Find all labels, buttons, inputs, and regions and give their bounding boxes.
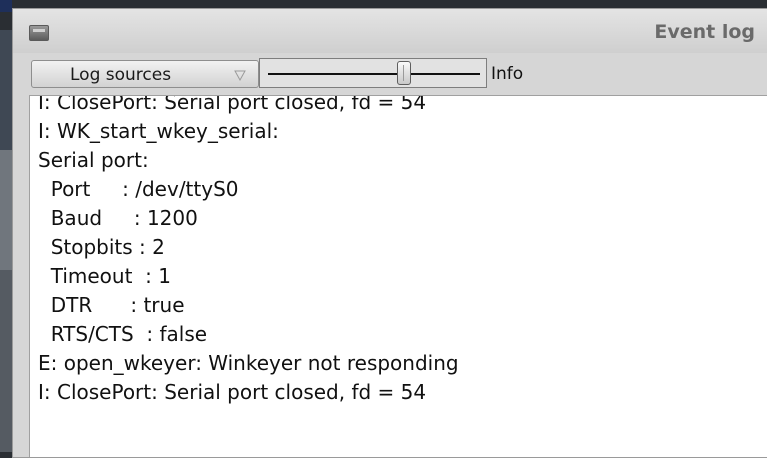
desktop-background	[0, 270, 12, 452]
log-text-area[interactable]: I: ClosePort: Serial port closed, fd = 5…	[29, 95, 767, 457]
desktop-background	[0, 0, 12, 12]
log-line: I: WK_start_wkey_serial:	[38, 119, 279, 143]
log-line: DTR : true	[38, 293, 185, 317]
log-level-slider[interactable]	[259, 58, 487, 88]
log-line: I: ClosePort: Serial port closed, fd = 5…	[38, 95, 427, 114]
log-line: Timeout : 1	[38, 264, 171, 288]
log-line: Stopbits : 2	[38, 235, 165, 259]
log-line: I: ClosePort: Serial port closed, fd = 5…	[38, 380, 427, 404]
event-log-window: Event log Log sources Info I: ClosePort:…	[12, 8, 767, 458]
desktop-background	[0, 150, 12, 270]
log-line: Port : /dev/ttyS0	[38, 177, 239, 201]
desktop-background	[0, 30, 12, 150]
log-level-label: Info	[491, 64, 524, 84]
dropdown-arrow-icon	[234, 70, 246, 81]
slider-handle[interactable]	[396, 61, 411, 85]
window-title: Event log	[654, 21, 755, 43]
log-line: E: open_wkeyer: Winkeyer not responding	[38, 351, 459, 375]
log-sources-label: Log sources	[70, 65, 172, 85]
toolbar: Log sources Info	[13, 53, 767, 95]
window-menu-icon[interactable]	[29, 25, 49, 41]
log-lines: I: ClosePort: Serial port closed, fd = 5…	[38, 95, 459, 407]
log-line: Serial port:	[38, 148, 149, 172]
log-sources-button[interactable]: Log sources	[31, 60, 259, 88]
slider-track	[268, 73, 480, 75]
log-line: RTS/CTS : false	[38, 322, 208, 346]
log-line: Baud : 1200	[38, 206, 198, 230]
title-bar[interactable]: Event log	[13, 9, 767, 54]
